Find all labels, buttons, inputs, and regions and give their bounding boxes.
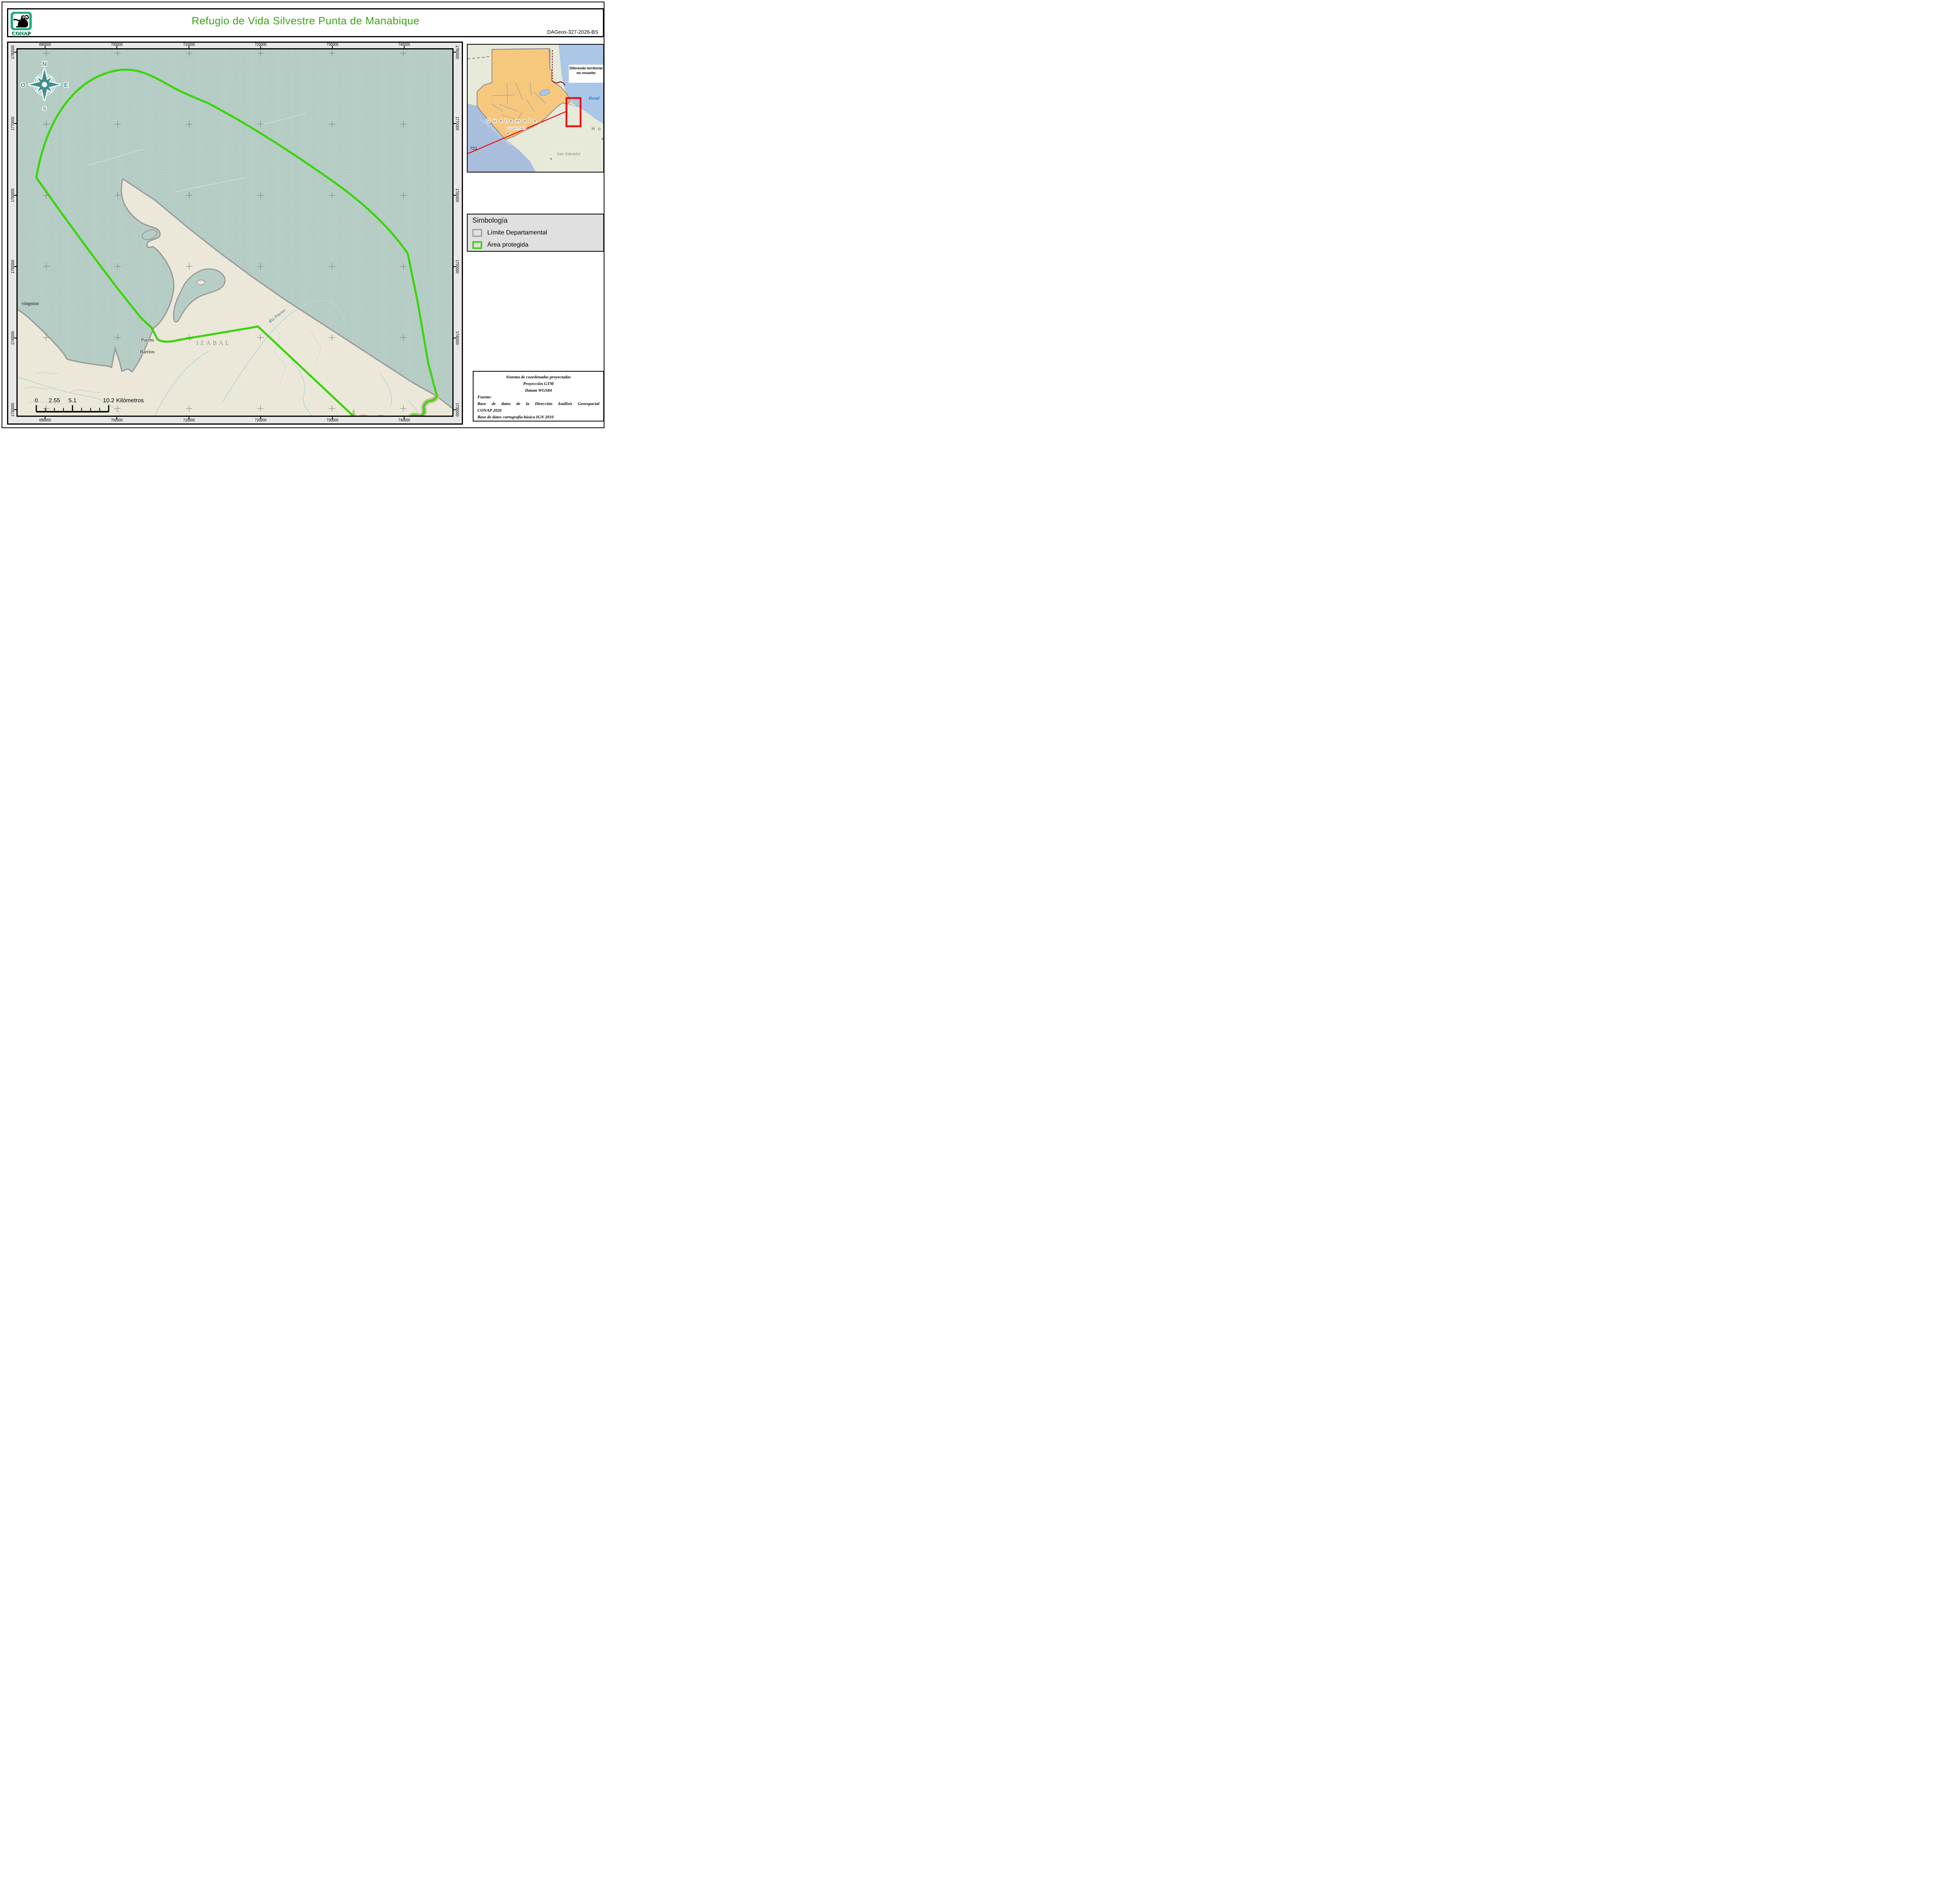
legend-item-departmental: Límite Departamental xyxy=(472,229,599,237)
compass-s: S xyxy=(43,105,46,111)
axis-tick xyxy=(260,46,261,48)
departmental-limit-swatch xyxy=(472,229,482,237)
legend-item-protected-area: Área protegida xyxy=(472,241,599,249)
axis-tick xyxy=(454,195,456,196)
inset-san-salvador-dot xyxy=(550,158,553,160)
main-map: vingston Puerto Barrios IZABAL Río Piter… xyxy=(16,48,454,417)
page-title: Refugio de Vida Silvestre Punta de Manab… xyxy=(8,15,603,27)
header: CONAP Refugio de Vida Silvestre Punta de… xyxy=(7,8,604,37)
credits-projection: Proyección GTM xyxy=(477,381,599,387)
inset-honduras-label: H o n d xyxy=(592,126,604,131)
label-izabal: IZABAL xyxy=(196,340,231,347)
inset-city-dot xyxy=(507,132,510,135)
axis-tick xyxy=(454,123,456,124)
credits: Sistema de coordenadas proyectadas Proye… xyxy=(473,371,604,421)
map-document-page: CONAP Refugio de Vida Silvestre Punta de… xyxy=(0,0,606,430)
legend: Simbología Límite Departamental Área pro… xyxy=(467,214,604,252)
compass-o: O xyxy=(20,82,25,89)
compass-n: N xyxy=(42,61,47,67)
inset-country-label: G u a t e m a l a xyxy=(486,118,537,124)
credits-source-1: Base de datos de la Dirección Análisis G… xyxy=(477,401,599,407)
credits-source-3: Base de datos cartografía básica IGN 201… xyxy=(477,414,599,421)
scale-10-2: 10.2 xyxy=(103,397,114,404)
axis-tick xyxy=(404,46,405,48)
inset-city-label: Guatemala xyxy=(507,126,526,131)
legend-item-label: Área protegida xyxy=(487,242,528,249)
axis-tick xyxy=(14,409,16,410)
inset-locator-map: G u a t e m a l a Guatemala San Salvador… xyxy=(467,44,604,173)
axis-tick xyxy=(332,46,333,48)
lagoon-island xyxy=(197,280,205,285)
protected-area-swatch xyxy=(472,241,482,249)
axis-tick xyxy=(14,195,16,196)
label-puerto: Puerto xyxy=(141,337,154,343)
inset-canvas: G u a t e m a l a Guatemala San Salvador… xyxy=(468,45,604,173)
inset-depth-label: 721 xyxy=(470,146,477,151)
label-livingston: vingston xyxy=(22,301,39,306)
axis-tick xyxy=(454,52,456,53)
inset-tegucigalpa-dot xyxy=(601,138,604,140)
label-barrios: Barrios xyxy=(140,349,154,354)
axis-tick xyxy=(454,266,456,267)
credits-source-2: CONAP 2026 xyxy=(477,407,599,414)
credits-crs: Sistema de coordenadas proyectadas xyxy=(477,374,599,381)
axis-tick xyxy=(116,417,117,419)
compass-e: E xyxy=(64,82,68,89)
legend-item-label: Límite Departamental xyxy=(487,229,547,236)
scale-0: 0 xyxy=(34,397,38,404)
inset-disputed-territory-note: Diferendo territorial no resuelto xyxy=(569,65,603,83)
axis-tick xyxy=(14,123,16,124)
credits-source-heading: Fuente: xyxy=(477,394,599,401)
axis-tick xyxy=(14,52,16,53)
axis-tick xyxy=(332,417,333,419)
axis-tick xyxy=(116,46,117,48)
axis-tick xyxy=(260,417,261,419)
logo-wordmark: CONAP xyxy=(11,30,32,36)
main-map-frame: vingston Puerto Barrios IZABAL Río Piter… xyxy=(7,42,463,425)
scale-unit: Kilómetros xyxy=(116,397,144,404)
axis-tick xyxy=(404,417,405,419)
scale-2-55: 2.55 xyxy=(49,397,60,404)
document-code: DAGeos-327-2026-BS xyxy=(547,29,598,35)
main-map-canvas: vingston Puerto Barrios IZABAL Río Piter… xyxy=(18,49,452,416)
axis-tick xyxy=(454,409,456,410)
inset-san-salvador-label: San Salvador xyxy=(557,152,581,156)
legend-title: Simbología xyxy=(472,216,599,225)
axis-tick xyxy=(14,266,16,267)
inset-sea-label-2: Hond xyxy=(588,95,600,101)
credits-datum: Datum WGS84 xyxy=(477,387,599,394)
scale-5-1: 5.1 xyxy=(69,397,77,404)
